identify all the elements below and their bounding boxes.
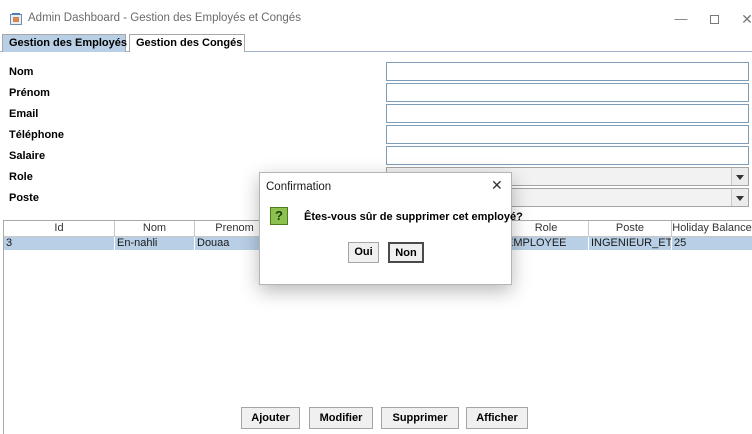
modifier-button[interactable]: Modifier (309, 407, 373, 429)
non-button[interactable]: Non (388, 242, 424, 263)
prenom-field[interactable] (386, 83, 749, 102)
cell-poste: INGENIEUR_ET... (591, 237, 672, 250)
dialog-message: Êtes-vous sûr de supprimer cet employé? (304, 211, 523, 223)
email-label: Email (9, 108, 39, 120)
tab-gestion-conges[interactable]: Gestion des Congés (129, 34, 245, 52)
maximize-button[interactable] (699, 6, 729, 32)
supprimer-button[interactable]: Supprimer (381, 407, 459, 429)
cell-role: EMPLOYEE (504, 237, 589, 250)
nom-label: Nom (9, 66, 34, 78)
cell-id: 3 (4, 237, 115, 250)
column-header-nom[interactable]: Nom (115, 221, 195, 236)
title-bar: Admin Dashboard - Gestion des Employés e… (0, 0, 752, 32)
salaire-field[interactable] (386, 146, 749, 165)
telephone-field[interactable] (386, 125, 749, 144)
dialog-title: Confirmation (266, 181, 332, 193)
chevron-down-icon[interactable] (731, 168, 748, 185)
afficher-button[interactable]: Afficher (466, 407, 528, 429)
tab-gestion-employes[interactable]: Gestion des Employés (2, 34, 127, 52)
dialog-close-button[interactable]: ✕ (491, 177, 503, 194)
poste-label: Poste (9, 192, 39, 204)
telephone-label: Téléphone (9, 129, 65, 141)
column-header-id[interactable]: Id (4, 221, 115, 236)
nom-field[interactable] (386, 62, 749, 81)
cell-nom: En-nahli (115, 237, 195, 250)
email-field[interactable] (386, 104, 749, 123)
confirmation-dialog: Confirmation ✕ ? Êtes-vous sûr de suppri… (259, 172, 523, 285)
column-header-role[interactable]: Role (504, 221, 589, 236)
maximize-icon (709, 15, 719, 25)
window-title: Admin Dashboard - Gestion des Employés e… (28, 12, 301, 24)
chevron-down-icon[interactable] (731, 189, 748, 206)
column-header-poste[interactable]: Poste (589, 221, 672, 236)
minimize-button[interactable]: — (666, 6, 696, 32)
tab-bar: Gestion des Employés Gestion des Congés (0, 34, 752, 52)
cell-holiday-balance: 25 (672, 237, 752, 250)
salaire-label: Salaire (9, 150, 46, 162)
java-app-icon (10, 13, 22, 25)
close-button[interactable]: ✕ (732, 6, 752, 32)
oui-button[interactable]: Oui (348, 242, 379, 263)
question-icon: ? (270, 207, 288, 225)
ajouter-button[interactable]: Ajouter (241, 407, 300, 429)
role-label: Role (9, 171, 33, 183)
prenom-label: Prénom (9, 87, 50, 99)
column-header-holiday-balance[interactable]: Holiday Balance (672, 221, 752, 236)
